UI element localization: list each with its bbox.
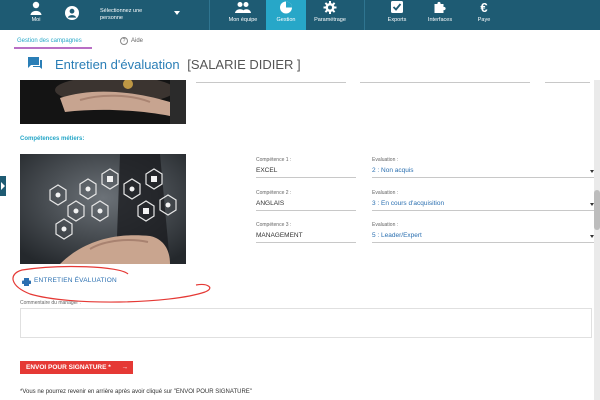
chevron-down-icon <box>174 11 180 15</box>
nav-item-mon-equipe[interactable]: Mon équipe <box>225 0 261 30</box>
chevron-down-icon <box>590 170 594 173</box>
nav-label-parametrage: Paramétrage <box>314 17 346 23</box>
euro-icon: € <box>480 0 488 15</box>
user-icon <box>30 1 42 15</box>
chevron-down-icon <box>590 235 594 238</box>
avatar-icon <box>65 6 79 20</box>
competence-2-label: Compétence 2 : <box>256 190 292 196</box>
nav-separator <box>364 0 365 30</box>
field-underline <box>545 82 590 83</box>
send-button-label: ENVOI POUR SIGNATURE * <box>26 364 111 371</box>
nav-label-moi: Moi <box>31 17 41 23</box>
skills-photo <box>20 154 186 264</box>
person-select-text: Sélectionnez une personne <box>100 8 143 21</box>
manager-comment-textarea[interactable] <box>20 308 592 338</box>
printer-icon <box>22 278 31 286</box>
nav-item-exports[interactable]: Exports <box>380 0 414 30</box>
field-underline <box>360 82 530 83</box>
pie-chart-icon <box>280 1 292 14</box>
nav-item-interfaces[interactable]: Interfaces <box>420 0 460 30</box>
chat-icon <box>28 57 42 69</box>
nav-item-paye[interactable]: € Paye <box>470 0 498 30</box>
page-title-text: Entretien d'évaluation <box>55 57 180 72</box>
send-for-signature-button[interactable]: ENVOI POUR SIGNATURE * → <box>20 361 133 374</box>
nav-item-moi[interactable]: Moi <box>20 0 52 30</box>
hands-illustration <box>20 80 186 124</box>
competence-3-label: Compétence 3 : <box>256 222 292 228</box>
checkbox-icon <box>391 1 403 13</box>
evaluation-3-underline <box>372 242 594 243</box>
tab-aide[interactable]: Aide <box>131 38 143 44</box>
nav-label-paye: Paye <box>477 17 491 23</box>
competence-1-value: EXCEL <box>256 167 278 174</box>
scrollbar-track[interactable] <box>594 80 600 400</box>
nav-label-interfaces: Interfaces <box>427 17 453 23</box>
puzzle-icon <box>434 1 446 13</box>
skills-illustration <box>20 154 186 264</box>
competence-1-underline <box>256 177 356 178</box>
nav-item-parametrage[interactable]: Paramétrage <box>310 0 350 30</box>
tab-gestion-des-campagnes[interactable]: Gestion des campagnes <box>17 38 82 44</box>
evaluation-3-label: Evaluation : <box>372 222 399 228</box>
nav-separator <box>209 0 210 30</box>
evaluation-3-select[interactable]: 5 : Leader/Expert <box>372 232 422 239</box>
team-icon <box>235 2 251 13</box>
competence-1-label: Compétence 1 : <box>256 157 292 163</box>
header-photo <box>20 80 186 124</box>
field-underline <box>196 82 346 83</box>
scrollbar-thumb[interactable] <box>594 190 600 230</box>
evaluation-2-underline <box>372 210 594 211</box>
top-navigation-bar: Moi Sélectionnez une personne Mon équipe… <box>0 0 600 30</box>
gear-icon <box>323 1 337 14</box>
competence-3-value: MANAGEMENT <box>256 232 303 239</box>
competence-2-value: ANGLAIS <box>256 200 285 207</box>
nav-label-gestion: Gestion <box>276 17 296 23</box>
page-title: Entretien d'évaluation [SALARIE DIDIER ] <box>55 57 301 72</box>
evaluation-1-underline <box>372 177 594 178</box>
chevron-down-icon <box>590 203 594 206</box>
nav-item-gestion[interactable]: Gestion <box>266 0 306 30</box>
competence-3-underline <box>256 242 356 243</box>
evaluation-2-label: Evaluation : <box>372 190 399 196</box>
side-panel-toggle[interactable] <box>0 176 6 196</box>
evaluation-2-select[interactable]: 3 : En cours d'acquisition <box>372 200 444 207</box>
comment-label: Commentaire du manager : <box>20 300 81 306</box>
nav-label-exports: Exports <box>387 17 407 23</box>
active-tab-underline <box>14 47 92 49</box>
print-evaluation-link[interactable]: ENTRETIEN ÉVALUATION <box>34 277 117 284</box>
section-label-competences: Compétences métiers: <box>20 136 85 142</box>
nav-label-mon-equipe: Mon équipe <box>228 17 258 23</box>
employee-name: [SALARIE DIDIER ] <box>187 57 301 72</box>
signature-notice: *Vous ne pourrez revenir en arrière aprè… <box>20 389 252 395</box>
competence-2-underline <box>256 210 356 211</box>
evaluation-1-select[interactable]: 2 : Non acquis <box>372 167 414 174</box>
person-selector[interactable]: Sélectionnez une personne <box>60 0 190 30</box>
arrow-right-icon: → <box>121 364 129 371</box>
help-icon: ? <box>120 37 128 45</box>
evaluation-1-label: Evaluation : <box>372 157 399 163</box>
